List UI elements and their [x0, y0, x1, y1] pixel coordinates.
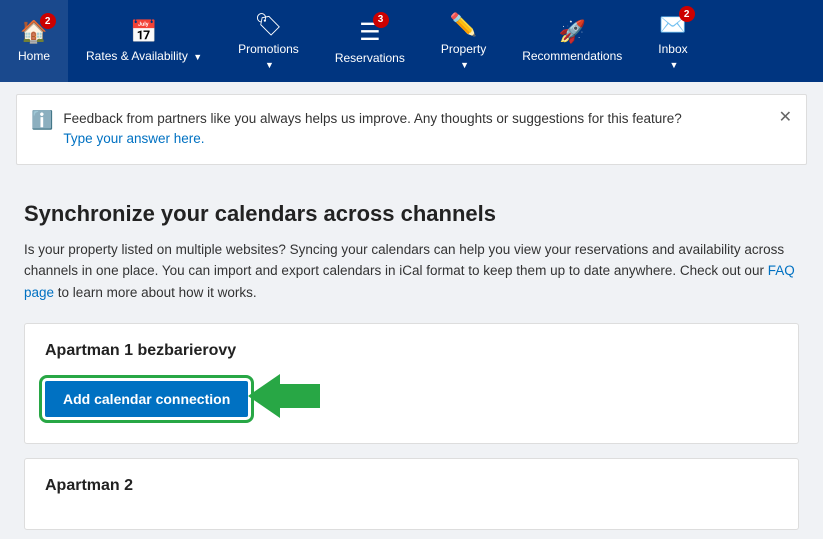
nav-inbox[interactable]: ✉️ 2 Inbox ▼	[640, 0, 705, 82]
desc-text-part1: Is your property listed on multiple webs…	[24, 242, 784, 279]
nav-promotions-label: Promotions	[238, 42, 299, 56]
desc-text-part2: to learn more about how it works.	[54, 285, 257, 300]
arrow-icon	[248, 374, 320, 423]
nav-promotions[interactable]: 🏷 Promotions ▼	[220, 0, 317, 82]
nav-property-label: Property	[441, 42, 486, 56]
feedback-banner: ℹ️ Feedback from partners like you alway…	[16, 94, 807, 165]
home-icon: 🏠 2	[20, 19, 47, 45]
page-description: Is your property listed on multiple webs…	[24, 239, 799, 304]
feedback-link[interactable]: Type your answer here.	[63, 131, 204, 146]
property-name-2: Apartman 2	[45, 477, 778, 495]
inbox-chevron: ▼	[669, 60, 678, 70]
add-calendar-button-1[interactable]: Add calendar connection	[45, 381, 248, 417]
property-chevron: ▼	[460, 60, 469, 70]
property-card-2: Apartman 2	[24, 458, 799, 530]
main-content: Synchronize your calendars across channe…	[0, 177, 823, 531]
home-badge: 2	[40, 13, 56, 29]
property-name-1: Apartman 1 bezbarierovy	[45, 342, 778, 360]
inbox-icon: ✉️ 2	[659, 12, 686, 38]
property-card-1: Apartman 1 bezbarierovy Add calendar con…	[24, 323, 799, 444]
nav-property[interactable]: ✏️ Property ▼	[423, 0, 504, 82]
rates-icon: 📅	[130, 19, 157, 45]
nav-rates[interactable]: 📅 Rates & Availability ▼	[68, 0, 220, 82]
promotions-icon: 🏷	[254, 12, 282, 38]
feedback-content: Feedback from partners like you always h…	[63, 109, 681, 150]
page-title: Synchronize your calendars across channe…	[24, 201, 799, 227]
reservations-badge: 3	[373, 12, 389, 28]
recommendations-icon: 🚀	[559, 19, 586, 45]
nav-reservations-label: Reservations	[335, 51, 405, 65]
info-icon: ℹ️	[31, 110, 53, 131]
feedback-text: Feedback from partners like you always h…	[63, 111, 681, 126]
close-banner-button[interactable]: ✕	[779, 107, 792, 127]
main-navigation: 🏠 2 Home 📅 Rates & Availability ▼ 🏷 Prom…	[0, 0, 823, 82]
nav-home-label: Home	[18, 49, 50, 63]
reservations-icon: ☰ 3	[359, 18, 381, 47]
nav-reservations[interactable]: ☰ 3 Reservations	[317, 0, 423, 82]
property-icon: ✏️	[450, 12, 477, 38]
inbox-badge: 2	[679, 6, 695, 22]
nav-rates-label: Rates & Availability ▼	[86, 49, 202, 63]
nav-recommendations-label: Recommendations	[522, 49, 622, 63]
nav-home[interactable]: 🏠 2 Home	[0, 0, 68, 82]
button-row-1: Add calendar connection	[45, 374, 778, 423]
nav-inbox-label: Inbox	[658, 42, 687, 56]
promotions-chevron: ▼	[265, 60, 274, 70]
nav-recommendations[interactable]: 🚀 Recommendations	[504, 0, 640, 82]
